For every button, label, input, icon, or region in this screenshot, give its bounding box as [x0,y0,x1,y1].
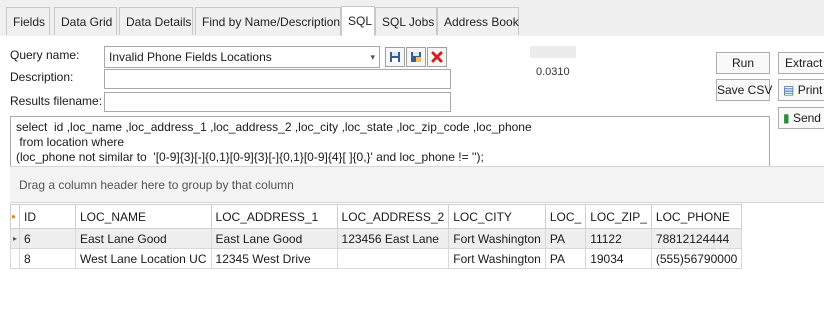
cell-loc-state[interactable]: PA [544,228,587,249]
group-by-panel[interactable]: Drag a column header here to group by th… [10,166,824,203]
tab-address-book[interactable]: Address Book [437,7,519,35]
send-button[interactable]: ▮ Send [778,107,824,129]
cell-loc-address-1[interactable]: East Lane Good [210,228,338,249]
print-label: Print [797,83,823,97]
cell-loc-address-1[interactable]: 12345 West Drive [210,248,338,269]
cell-id[interactable]: 8 [19,248,76,269]
column-header-loc-city[interactable]: LOC_CITY [448,204,546,229]
query-name-dropdown[interactable]: Invalid Phone Fields Locations ▾ [104,46,380,68]
results-grid: Drag a column header here to group by th… [0,166,824,313]
extract-button[interactable]: Extract [778,52,824,74]
cell-loc-address-2[interactable]: 123456 East Lane [336,228,450,249]
results-table: ● ID LOC_NAME LOC_ADDRESS_1 LOC_ADDRESS_… [10,204,743,269]
save-as-icon[interactable] [406,47,426,67]
description-input[interactable] [104,69,451,89]
chevron-down-icon[interactable]: ▾ [370,47,375,67]
header-indicator-icon: ● [10,204,20,229]
cell-loc-name[interactable]: West Lane Location UC [75,248,212,269]
results-filename-label: Results filename: [10,94,103,108]
column-header-loc-address-2[interactable]: LOC_ADDRESS_2 [336,204,450,229]
cell-loc-zip[interactable]: 11122 [585,228,652,249]
results-filename-input[interactable] [104,92,451,112]
tab-fields[interactable]: Fields [6,7,50,35]
column-header-loc-address-1[interactable]: LOC_ADDRESS_1 [210,204,338,229]
printer-icon: ▤ [783,83,795,97]
save-icon[interactable] [385,47,405,67]
tab-sql[interactable]: SQL [341,6,375,36]
row-indicator-icon: ▸ [10,228,20,249]
column-header-loc-name[interactable]: LOC_NAME [75,204,212,229]
tab-data-grid[interactable]: Data Grid [54,7,117,35]
cell-id[interactable]: 6 [19,228,76,249]
status-shade [530,46,576,58]
save-csv-button[interactable]: Save CSV [716,79,772,101]
row-indicator [10,248,20,269]
column-header-id[interactable]: ID [19,204,76,229]
description-label: Description: [10,70,74,84]
cell-loc-address-2[interactable] [336,248,450,269]
cell-loc-phone[interactable]: (555)56790000 [650,248,743,269]
tab-bar: Fields Data Grid Data Details Find by Na… [0,0,824,37]
tab-data-details[interactable]: Data Details [119,7,193,35]
cell-loc-city[interactable]: Fort Washington [448,228,546,249]
query-name-value: Invalid Phone Fields Locations [109,50,272,64]
column-header-loc-zip[interactable]: LOC_ZIP_ [585,204,652,229]
table-row[interactable]: 8 West Lane Location UC 12345 West Drive… [10,248,743,269]
print-button[interactable]: ▤ Print [778,79,824,101]
send-icon: ▮ [783,111,790,125]
query-name-label: Query name: [10,48,80,62]
run-button[interactable]: Run [716,52,770,74]
cell-loc-zip[interactable]: 19034 [585,248,652,269]
column-header-loc-state[interactable]: LOC_ [544,204,587,229]
send-label: Send [792,111,821,125]
tab-sql-jobs[interactable]: SQL Jobs [375,7,437,35]
header-row: ● ID LOC_NAME LOC_ADDRESS_1 LOC_ADDRESS_… [10,204,743,229]
tab-find-by-name[interactable]: Find by Name/Description [195,7,341,35]
column-header-loc-phone[interactable]: LOC_PHONE [650,204,743,229]
cell-loc-name[interactable]: East Lane Good [75,228,212,249]
execution-time: 0.0310 [536,66,570,78]
cell-loc-city[interactable]: Fort Washington [448,248,546,269]
table-row[interactable]: ▸ 6 East Lane Good East Lane Good 123456… [10,228,743,249]
delete-icon[interactable] [427,47,447,67]
cell-loc-state[interactable]: PA [544,248,587,269]
cell-loc-phone[interactable]: 78812124444 [650,228,743,249]
